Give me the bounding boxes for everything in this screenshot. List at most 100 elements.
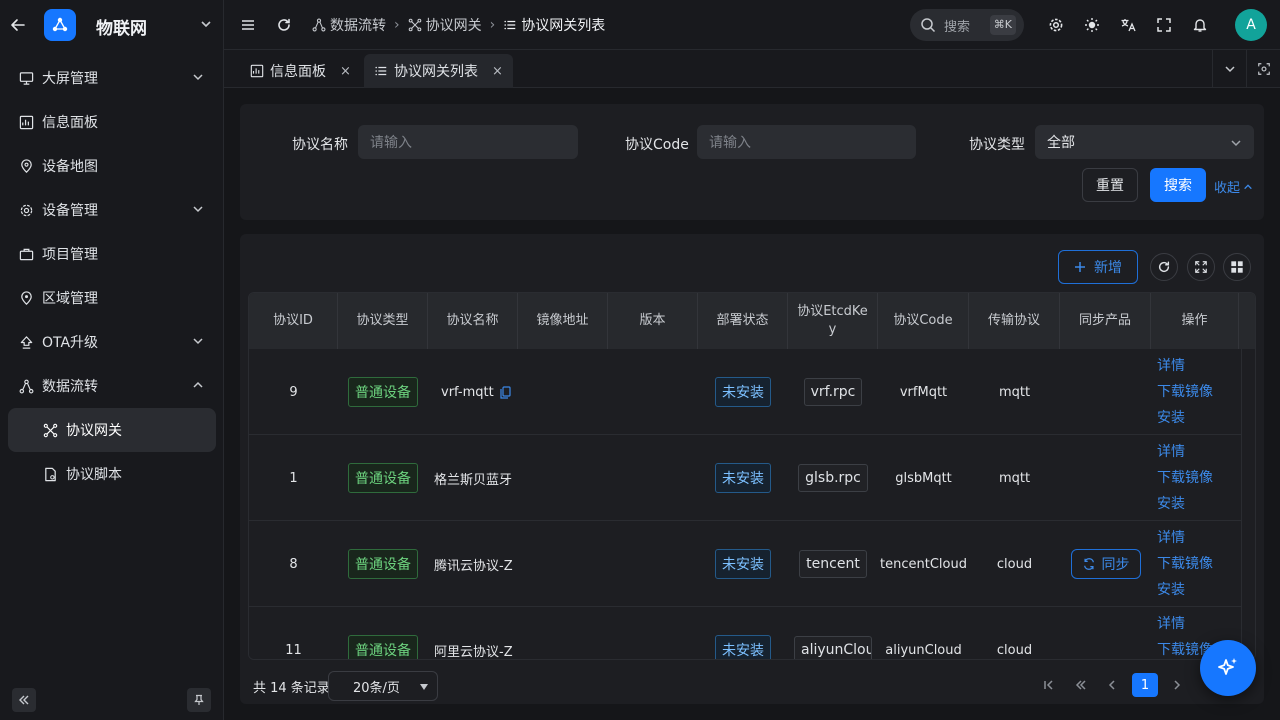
column-header[interactable]: 传输协议 (969, 293, 1060, 349)
sidebar-item-devices[interactable]: 设备管理 (8, 188, 216, 232)
flow-icon (18, 378, 34, 394)
cell-version (608, 521, 698, 607)
cell-id: 9 (289, 384, 298, 400)
etcd-key-tag: tencent (799, 550, 867, 578)
sidebar-item-gateway[interactable]: 协议网关 (8, 408, 216, 452)
top-header: 数据流转 › 协议网关 › 协议网关列表 搜索 ⌘K A (224, 0, 1280, 50)
cell-code: glsbMqtt (895, 470, 952, 486)
tab-bar: 信息面板 × 协议网关列表 × (224, 50, 1280, 88)
sync-icon (1083, 558, 1094, 570)
reset-button[interactable]: 重置 (1082, 168, 1138, 202)
prev-group-icon[interactable] (1069, 673, 1093, 697)
sidebar-item-dataflow[interactable]: 数据流转 (8, 364, 216, 408)
fullscreen-icon[interactable] (1156, 17, 1172, 33)
protocol-type-select[interactable]: 全部 (1035, 125, 1254, 159)
cell-name: 腾讯云协议-Z (434, 558, 513, 574)
cell-image (518, 435, 608, 521)
collapse-sidebar-icon[interactable] (12, 688, 36, 712)
column-header[interactable]: 协议Code (878, 293, 969, 349)
sidebar-item-label: 项目管理 (42, 247, 98, 263)
search-shortcut: ⌘K (989, 15, 1016, 35)
sync-button[interactable]: 同步 (1070, 549, 1141, 579)
map-icon (18, 158, 34, 174)
ai-assistant-button[interactable] (1200, 640, 1256, 696)
collapse-filters-link[interactable]: 收起 (1214, 177, 1253, 196)
tabs-dropdown-icon[interactable] (1212, 50, 1246, 88)
sidebar-item-regions[interactable]: 区域管理 (8, 276, 216, 320)
refresh-table-icon[interactable] (1150, 253, 1178, 281)
download-image-link[interactable]: 下载镜像 (1157, 379, 1213, 405)
table-header: 协议ID 协议类型 协议名称 镜像地址 版本 部署状态 协议EtcdKey 协议… (249, 293, 1255, 349)
close-icon[interactable]: × (340, 64, 351, 79)
install-link[interactable]: 安装 (1157, 577, 1213, 603)
breadcrumb-item-gateway[interactable]: 协议网关 (408, 15, 482, 35)
current-page[interactable]: 1 (1132, 673, 1158, 697)
page-size-select[interactable]: 20条/页 (328, 671, 438, 701)
search-button[interactable]: 搜索 (1150, 168, 1206, 202)
translate-icon[interactable] (1120, 17, 1136, 33)
copy-icon[interactable] (500, 385, 511, 399)
install-link[interactable]: 安装 (1157, 491, 1213, 517)
tab-dashboard[interactable]: 信息面板 × (240, 54, 361, 88)
column-header[interactable]: 协议EtcdKey (788, 293, 878, 349)
status-badge: 未安装 (715, 377, 771, 407)
column-header[interactable]: 操作 (1151, 293, 1239, 349)
briefcase-icon (18, 246, 34, 262)
cell-status: 未安装 (698, 521, 788, 607)
search-icon (920, 17, 944, 33)
chevron-down-icon[interactable] (200, 18, 212, 30)
breadcrumb-item-dataflow[interactable]: 数据流转 (312, 15, 386, 35)
global-search[interactable]: 搜索 ⌘K (910, 9, 1024, 41)
sidebar-item-projects[interactable]: 项目管理 (8, 232, 216, 276)
download-image-link[interactable]: 下载镜像 (1157, 465, 1213, 491)
table-scrollbar[interactable] (1241, 349, 1255, 659)
gateway-table: 协议ID 协议类型 协议名称 镜像地址 版本 部署状态 协议EtcdKey 协议… (248, 292, 1256, 660)
protocol-code-input[interactable]: 请输入 (697, 125, 916, 159)
tab-gateway-list[interactable]: 协议网关列表 × (364, 54, 513, 88)
column-header[interactable]: 镜像地址 (518, 293, 608, 349)
sidebar-item-screen[interactable]: 大屏管理 (8, 56, 216, 100)
install-link[interactable]: 安装 (1157, 405, 1213, 431)
first-page-icon[interactable] (1037, 673, 1061, 697)
sidebar-item-ota[interactable]: OTA升级 (8, 320, 216, 364)
sidebar-item-script[interactable]: 协议脚本 (8, 452, 216, 496)
close-icon[interactable]: × (492, 64, 503, 79)
settings-icon[interactable] (1048, 17, 1064, 33)
cell-version (608, 607, 698, 659)
prev-page-icon[interactable] (1100, 673, 1124, 697)
column-header[interactable]: 协议名称 (428, 293, 518, 349)
column-header[interactable]: 部署状态 (698, 293, 788, 349)
avatar[interactable]: A (1235, 9, 1267, 41)
sidebar-item-map[interactable]: 设备地图 (8, 144, 216, 188)
chevron-up-icon (192, 379, 204, 391)
add-button[interactable]: 新增 (1058, 250, 1138, 284)
sidebar-item-label: 协议脚本 (66, 467, 122, 483)
sidebar: 物联网 大屏管理 信息面板 设备地图 设备管理 项目管理 区域管理 OTA升级 … (0, 0, 224, 720)
status-badge: 未安装 (715, 463, 771, 493)
dashboard-icon (250, 64, 264, 78)
back-arrow-icon[interactable] (10, 17, 26, 33)
column-header[interactable]: 版本 (608, 293, 698, 349)
column-header[interactable]: 同步产品 (1060, 293, 1151, 349)
detail-link[interactable]: 详情 (1157, 525, 1213, 551)
sidebar-item-dashboard[interactable]: 信息面板 (8, 100, 216, 144)
type-tag: 普通设备 (348, 463, 418, 493)
protocol-type-label: 协议类型 (969, 137, 1025, 153)
download-image-link[interactable]: 下载镜像 (1157, 551, 1213, 577)
next-page-icon[interactable] (1165, 673, 1189, 697)
column-settings-icon[interactable] (1223, 253, 1251, 281)
table-row: 11 普通设备 阿里云协议-Z 未安装 aliyunCloud aliyunCl… (249, 607, 1241, 659)
refresh-icon[interactable] (276, 17, 292, 33)
column-header[interactable]: 协议ID (249, 293, 338, 349)
bell-icon[interactable] (1192, 17, 1208, 33)
theme-icon[interactable] (1084, 17, 1100, 33)
detail-link[interactable]: 详情 (1157, 611, 1213, 637)
menu-icon[interactable] (240, 17, 256, 33)
screenshot-icon[interactable] (1246, 50, 1280, 88)
detail-link[interactable]: 详情 (1157, 439, 1213, 465)
pin-icon[interactable] (187, 688, 211, 712)
expand-table-icon[interactable] (1187, 253, 1215, 281)
detail-link[interactable]: 详情 (1157, 353, 1213, 379)
column-header[interactable]: 协议类型 (338, 293, 428, 349)
protocol-name-input[interactable]: 请输入 (358, 125, 578, 159)
